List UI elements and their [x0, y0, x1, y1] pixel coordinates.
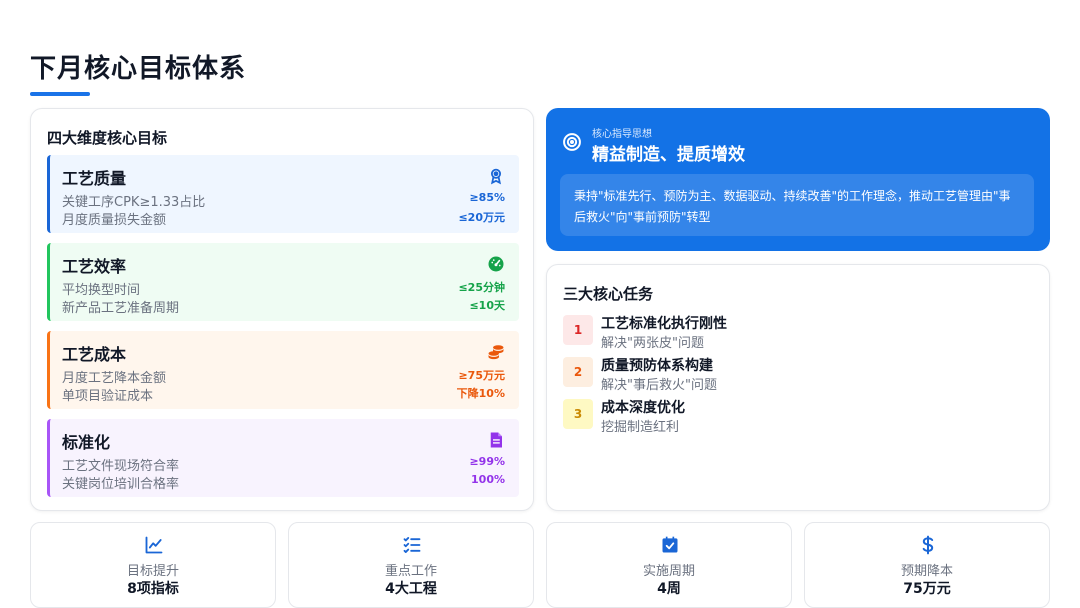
task-item: 1 工艺标准化执行刚性 解决"两张皮"问题 — [563, 313, 1023, 353]
metric-value: 100% — [471, 473, 505, 486]
metric-value: 下降10% — [456, 387, 505, 400]
goal-title: 标准化 — [62, 433, 111, 452]
stat-value: 4周 — [657, 581, 681, 597]
title-underline — [30, 92, 90, 96]
task-title: 成本深度优化 — [601, 400, 685, 416]
task-title: 质量预防体系构建 — [601, 358, 713, 374]
goals-heading: 四大维度核心目标 — [47, 129, 168, 147]
metric-label: 关键岗位培训合格率 — [62, 477, 180, 492]
metric-label: 月度工艺降本金额 — [62, 371, 167, 386]
task-number: 2 — [563, 357, 593, 387]
goal-title: 工艺质量 — [62, 169, 127, 188]
stat-cost-reduction: 预期降本 75万元 — [804, 522, 1050, 608]
goal-efficiency: 工艺效率 平均换型时间 ≤25分钟 新产品工艺准备周期 ≤10天 — [47, 243, 519, 321]
goal-title: 工艺效率 — [62, 257, 127, 276]
task-item: 2 质量预防体系构建 解决"事后救火"问题 — [563, 355, 1023, 395]
metric-value: ≥75万元 — [458, 369, 505, 382]
metric-label: 平均换型时间 — [62, 283, 141, 298]
stat-key-work: 重点工作 4大工程 — [288, 522, 534, 608]
stat-label: 预期降本 — [900, 564, 953, 579]
guide-title: 精益制造、提质增效 — [592, 145, 745, 165]
task-desc: 解决"事后救火"问题 — [601, 378, 717, 393]
core-tasks-card: 三大核心任务 1 工艺标准化执行刚性 解决"两张皮"问题 2 质量预防体系构建 … — [546, 264, 1050, 511]
page-title: 下月核心目标体系 — [30, 54, 247, 84]
metric-label: 工艺文件现场符合率 — [62, 459, 180, 474]
line-chart-icon — [145, 536, 163, 554]
task-number: 3 — [563, 399, 593, 429]
stat-value: 4大工程 — [385, 581, 437, 597]
dollar-icon — [922, 535, 934, 555]
task-item: 3 成本深度优化 挖掘制造红利 — [563, 397, 1023, 437]
stat-label: 实施周期 — [642, 564, 695, 579]
task-number: 1 — [563, 315, 593, 345]
goal-cost: 工艺成本 月度工艺降本金额 ≥75万元 单项目验证成本 下降10% — [47, 331, 519, 409]
metric-value: ≥85% — [469, 191, 505, 204]
calendar-check-icon — [662, 536, 678, 553]
speedometer-icon — [488, 256, 504, 272]
checklist-icon — [403, 537, 421, 553]
award-icon — [490, 168, 502, 185]
document-icon — [490, 432, 502, 448]
stat-label: 重点工作 — [384, 564, 437, 579]
metric-value: ≥99% — [469, 455, 505, 468]
metric-value: ≤20万元 — [458, 211, 505, 224]
task-title: 工艺标准化执行刚性 — [601, 316, 727, 332]
coins-icon — [488, 345, 504, 360]
metric-value: ≤10天 — [469, 299, 505, 312]
task-desc: 挖掘制造红利 — [601, 420, 680, 435]
stat-label: 目标提升 — [126, 564, 179, 579]
goal-quality: 工艺质量 关键工序CPK≥1.33占比 ≥85% 月度质量损失金额 ≤20万元 — [47, 155, 519, 233]
metric-label: 新产品工艺准备周期 — [62, 301, 180, 316]
stat-value: 8项指标 — [127, 581, 179, 597]
metric-label: 关键工序CPK≥1.33占比 — [62, 195, 206, 210]
guiding-principle-card: 核心指导思想 精益制造、提质增效 秉持"标准先行、预防为主、数据驱动、持续改善"… — [546, 108, 1050, 251]
target-icon — [563, 133, 581, 151]
metric-label: 月度质量损失金额 — [62, 213, 167, 228]
goals-card: 四大维度核心目标 工艺质量 关键工序CPK≥1.33占比 ≥85% 月度质量损失… — [30, 108, 534, 511]
stat-period: 实施周期 4周 — [546, 522, 792, 608]
goal-standardization: 标准化 工艺文件现场符合率 ≥99% 关键岗位培训合格率 100% — [47, 419, 519, 497]
guide-body: 秉持"标准先行、预防为主、数据驱动、持续改善"的工作理念，推动工艺管理由"事后救… — [560, 174, 1034, 236]
tasks-heading: 三大核心任务 — [563, 285, 654, 303]
stat-target-improvement: 目标提升 8项指标 — [30, 522, 276, 608]
guide-subtitle: 核心指导思想 — [592, 129, 652, 140]
metric-value: ≤25分钟 — [458, 281, 505, 294]
task-desc: 解决"两张皮"问题 — [601, 336, 704, 351]
stat-value: 75万元 — [903, 581, 951, 597]
goal-title: 工艺成本 — [62, 345, 127, 364]
metric-label: 单项目验证成本 — [62, 389, 154, 404]
